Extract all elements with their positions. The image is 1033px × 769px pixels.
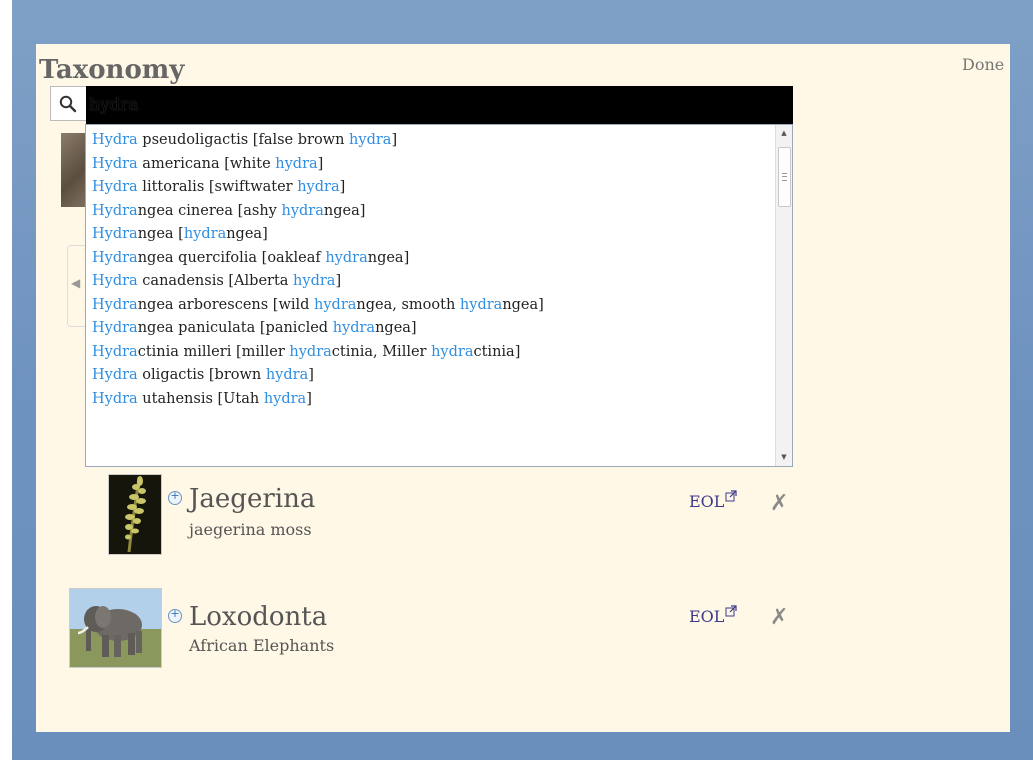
external-link-icon (725, 605, 737, 617)
scrollbar-thumb[interactable] (778, 147, 791, 207)
remove-icon[interactable]: ✗ (770, 491, 788, 516)
suggestion-match-text: hydra (183, 226, 227, 242)
suggestion-text: ngea] (375, 320, 417, 336)
moss-image (109, 475, 161, 554)
remove-icon[interactable]: ✗ (770, 605, 788, 630)
dropdown-scrollbar[interactable]: ▲ ▼ (775, 125, 792, 466)
elephant-image (70, 589, 161, 667)
suggestion-item[interactable]: Hydrangea quercifolia [oakleaf hydrangea… (92, 247, 792, 271)
suggestion-match-text: Hydra (92, 343, 138, 360)
suggestion-match-text: Hydra (92, 155, 138, 172)
external-link-icon (725, 490, 737, 502)
taxon-thumbnail-hidden (61, 133, 85, 207)
chevron-left-icon: ◀ (71, 276, 81, 290)
suggestion-item[interactable]: Hydra oligactis [brown hydra] (92, 364, 792, 388)
suggestion-text: ngea] (226, 226, 268, 242)
suggestion-item[interactable]: Hydrangea [hydrangea] (92, 223, 792, 247)
suggestion-text: ] (391, 132, 398, 148)
suggestion-match-text: hydra (314, 296, 357, 313)
suggestion-text: ] (308, 367, 314, 383)
suggestion-match-text: hydra (293, 273, 336, 289)
suggestion-text: ngea paniculata [panicled (137, 320, 333, 336)
search-icon (59, 95, 77, 113)
suggestion-item[interactable]: Hydra canadensis [Alberta hydra] (92, 270, 792, 294)
expand-icon[interactable] (168, 489, 182, 505)
page-title: Taxonomy (39, 55, 185, 85)
suggestion-match-text: hydra (275, 155, 318, 172)
search-icon-container[interactable] (50, 86, 86, 121)
eol-link[interactable]: EOL (689, 490, 737, 511)
suggestion-text: utahensis [Utah (137, 390, 264, 407)
taxon-name: Loxodonta (189, 602, 328, 632)
suggestion-text: ] (317, 155, 324, 172)
suggestion-text: ngea] (323, 202, 366, 219)
suggestion-match-text: Hydra (92, 320, 138, 336)
suggestion-item[interactable]: Hydra pseudoligactis [false brown hydra] (92, 129, 792, 153)
search-bar (50, 86, 793, 124)
suggestion-text: americana [white (137, 155, 276, 172)
suggestion-text: ctinia, Miller (331, 343, 432, 360)
suggestion-list: Hydra pseudoligactis [false brown hydra]… (86, 125, 792, 411)
grip-icon (782, 173, 787, 181)
suggestion-item[interactable]: Hydra littoralis [swiftwater hydra] (92, 176, 792, 200)
suggestion-text: ngea] (367, 249, 410, 266)
suggestion-text: ngea arborescens [wild (137, 296, 315, 313)
suggestion-text: ctinia] (473, 343, 521, 360)
suggestion-text: ctinia milleri [miller (137, 343, 290, 360)
eol-link-label: EOL (689, 607, 725, 626)
suggestion-match-text: hydra (431, 343, 474, 360)
suggestion-match-text: hydra (281, 202, 324, 219)
suggestion-text: ngea] (502, 296, 544, 313)
suggestion-text: pseudoligactis [false brown (137, 132, 350, 148)
suggestion-text: canadensis [Alberta (137, 273, 294, 289)
suggestion-match-text: hydra (332, 320, 376, 336)
suggestion-match-text: Hydra (92, 296, 138, 313)
autocomplete-dropdown: Hydra pseudoligactis [false brown hydra]… (85, 124, 793, 467)
suggestion-text: ngea quercifolia [oakleaf (137, 249, 326, 266)
eol-link-label: EOL (689, 492, 725, 511)
suggestion-match-text: hydra (459, 296, 503, 313)
taxon-thumbnail-jaegerina (108, 474, 162, 555)
eol-link[interactable]: EOL (689, 605, 737, 626)
taxon-thumbnail-loxodonta (69, 588, 162, 668)
suggestion-text: littoralis [swiftwater (137, 179, 298, 195)
suggestion-match-text: Hydra (92, 202, 138, 219)
suggestion-match-text: Hydra (92, 390, 138, 407)
suggestion-match-text: Hydra (92, 226, 138, 242)
suggestion-match-text: hydra (297, 179, 340, 195)
done-button[interactable]: Done (962, 55, 1004, 74)
suggestion-item[interactable]: Hydrangea cinerea [ashy hydrangea] (92, 200, 792, 224)
suggestion-match-text: hydra (325, 249, 368, 266)
expand-icon[interactable] (168, 607, 182, 623)
scroll-up-icon[interactable]: ▲ (776, 125, 792, 142)
suggestion-item[interactable]: Hydrangea paniculata [panicled hydrangea… (92, 317, 792, 341)
suggestion-text: oligactis [brown (137, 367, 266, 383)
suggestion-item[interactable]: Hydra americana [white hydra] (92, 153, 792, 177)
suggestion-match-text: hydra (349, 132, 392, 148)
suggestion-match-text: hydra (263, 390, 307, 407)
taxon-common-name: African Elephants (189, 636, 335, 655)
suggestion-match-text: Hydra (92, 132, 138, 148)
suggestion-item[interactable]: Hydrangea arborescens [wild hydrangea, s… (92, 294, 792, 318)
search-input[interactable] (86, 86, 793, 124)
suggestion-item[interactable]: Hydra utahensis [Utah hydra] (92, 388, 792, 412)
suggestion-item[interactable]: Hydractinia milleri [miller hydractinia,… (92, 341, 792, 365)
suggestion-text: ] (306, 390, 312, 407)
suggestion-match-text: Hydra (92, 249, 138, 266)
suggestion-match-text: Hydra (92, 273, 138, 289)
suggestion-text: ngea [ (137, 226, 184, 242)
suggestion-match-text: hydra (265, 367, 309, 383)
taxon-name: Jaegerina (189, 484, 316, 514)
suggestion-match-text: hydra (289, 343, 332, 360)
suggestion-match-text: Hydra (92, 179, 138, 195)
scroll-down-icon[interactable]: ▼ (776, 449, 792, 466)
taxon-common-name: jaegerina moss (189, 520, 312, 539)
suggestion-match-text: Hydra (92, 367, 138, 383)
suggestion-text: ngea, smooth (356, 296, 460, 313)
suggestion-text: ] (335, 273, 342, 289)
suggestion-text: ngea cinerea [ashy (137, 202, 282, 219)
hidden-card: ◀ (67, 245, 86, 327)
suggestion-text: ] (339, 179, 346, 195)
